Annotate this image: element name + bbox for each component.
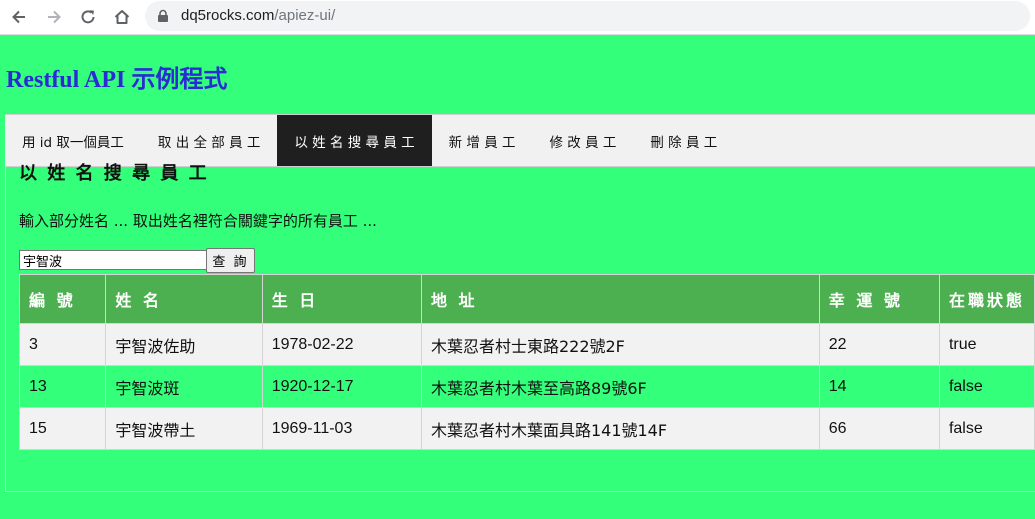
url-text: dq5rocks.com/apiez-ui/	[181, 7, 335, 24]
cell-employment-status: true	[938, 323, 1035, 366]
cell-lucky-number: 14	[818, 365, 940, 408]
table-row: 15 宇智波帶土 1969-11-03 木葉忍者村木葉面具路141號14F 66…	[18, 407, 1035, 450]
tab-delete-employee[interactable]: 刪 除 員 工	[633, 115, 734, 166]
browser-toolbar: dq5rocks.com/apiez-ui/	[0, 0, 1035, 35]
header-lucky-number: 幸 運 號	[818, 274, 940, 324]
cell-birthday: 1978-02-22	[261, 323, 422, 366]
cell-name: 宇智波佐助	[105, 323, 263, 366]
header-birthday: 生 日	[261, 274, 422, 324]
url-domain: dq5rocks.com	[181, 7, 275, 24]
address-bar[interactable]: dq5rocks.com/apiez-ui/	[145, 1, 1030, 31]
name-search-input[interactable]	[19, 250, 207, 270]
cell-lucky-number: 66	[818, 407, 940, 450]
table-row: 3 宇智波佐助 1978-02-22 木葉忍者村士東路222號2F 22 tru…	[18, 323, 1035, 366]
home-icon	[114, 10, 130, 24]
lock-icon	[158, 9, 168, 22]
cell-birthday: 1969-11-03	[261, 407, 422, 450]
tab-edit-employee[interactable]: 修 改 員 工	[533, 115, 634, 166]
forward-button[interactable]	[42, 5, 66, 29]
header-id: 編 號	[18, 274, 107, 324]
header-employment-status: 在職狀態	[938, 274, 1035, 324]
table-header-row: 編 號 姓 名 生 日 地 址 幸 運 號 在職狀態	[18, 274, 1035, 324]
cell-id: 3	[18, 323, 107, 366]
cell-lucky-number: 22	[818, 323, 940, 366]
header-name: 姓 名	[105, 274, 263, 324]
cell-address: 木葉忍者村木葉面具路141號14F	[420, 407, 820, 450]
forward-icon	[48, 10, 61, 24]
cell-employment-status: false	[938, 365, 1035, 408]
url-path: /apiez-ui/	[274, 7, 336, 24]
cell-name: 宇智波帶土	[105, 407, 263, 450]
employee-table: 編 號 姓 名 生 日 地 址 幸 運 號 在職狀態 3 宇智波佐助 1978-…	[18, 274, 1035, 450]
tab-search-by-name[interactable]: 以 姓 名 搜 尋 員 工	[277, 115, 432, 166]
cell-name: 宇智波斑	[105, 365, 263, 408]
app-title: Restful API 示例程式	[6, 67, 228, 93]
table-row: 13 宇智波斑 1920-12-17 木葉忍者村木葉至高路89號6F 14 fa…	[18, 365, 1035, 408]
home-button[interactable]	[110, 5, 134, 29]
reload-icon	[81, 10, 95, 24]
tab-add-employee[interactable]: 新 增 員 工	[432, 115, 533, 166]
cell-id: 15	[18, 407, 107, 450]
reload-button[interactable]	[76, 5, 100, 29]
back-icon	[12, 10, 25, 24]
section-description: 輸入部分姓名 ... 取出姓名裡符合關鍵字的所有員工 ...	[19, 212, 377, 230]
search-button[interactable]: 查 詢	[206, 248, 255, 273]
cell-address: 木葉忍者村士東路222號2F	[420, 323, 820, 366]
back-button[interactable]	[7, 5, 31, 29]
cell-birthday: 1920-12-17	[261, 365, 422, 408]
cell-address: 木葉忍者村木葉至高路89號6F	[420, 365, 820, 408]
section-title: 以 姓 名 搜 尋 員 工	[19, 163, 209, 184]
cell-employment-status: false	[938, 407, 1035, 450]
cell-id: 13	[18, 365, 107, 408]
header-address: 地 址	[420, 274, 820, 324]
